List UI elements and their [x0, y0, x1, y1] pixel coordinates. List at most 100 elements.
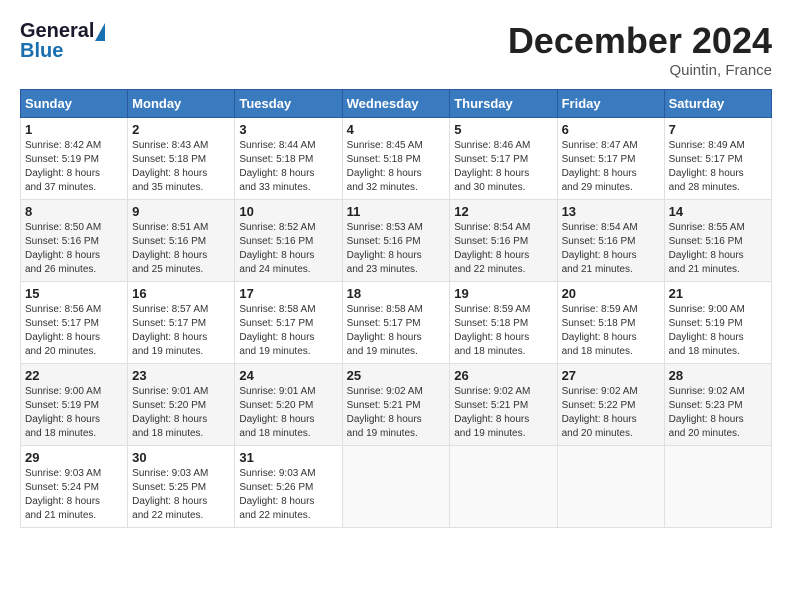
table-row: 5Sunrise: 8:46 AM Sunset: 5:17 PM Daylig…: [450, 118, 557, 200]
day-number: 4: [347, 122, 446, 137]
day-number: 2: [132, 122, 230, 137]
day-info: Sunrise: 8:54 AM Sunset: 5:16 PM Dayligh…: [562, 222, 638, 275]
day-number: 12: [454, 204, 552, 219]
day-info: Sunrise: 9:00 AM Sunset: 5:19 PM Dayligh…: [25, 386, 101, 439]
table-row: 21 Sunrise: 9:00 AM Sunset: 5:19 PM Dayli…: [664, 282, 771, 364]
calendar-week-row: 29 Sunrise: 9:03 AM Sunset: 5:24 PM Dayli…: [21, 446, 772, 528]
day-number: 3: [239, 122, 337, 137]
day-number: 31: [239, 450, 337, 465]
day-number: 15: [25, 286, 123, 301]
col-tuesday: Tuesday: [235, 90, 342, 118]
day-number: 26: [454, 368, 552, 383]
table-row: 8 Sunrise: 8:50 AM Sunset: 5:16 PM Daylig…: [21, 200, 128, 282]
day-number: 21: [669, 286, 767, 301]
day-info: Sunrise: 9:02 AM Sunset: 5:21 PM Dayligh…: [347, 386, 423, 439]
table-row: 2 Sunrise: 8:43 AM Sunset: 5:18 PM Daylig…: [128, 118, 235, 200]
day-info: Sunrise: 9:01 AM Sunset: 5:20 PM Dayligh…: [132, 386, 208, 439]
day-number: 29: [25, 450, 123, 465]
table-row: 10 Sunrise: 8:52 AM Sunset: 5:16 PM Dayli…: [235, 200, 342, 282]
day-number: 25: [347, 368, 446, 383]
day-info: Sunrise: 8:59 AM Sunset: 5:18 PM Dayligh…: [562, 304, 638, 357]
location: Quintin, France: [508, 62, 772, 79]
table-row: 15 Sunrise: 8:56 AM Sunset: 5:17 PM Dayli…: [21, 282, 128, 364]
day-number: 27: [562, 368, 660, 383]
col-wednesday: Wednesday: [342, 90, 450, 118]
table-row: 17Sunrise: 8:58 AM Sunset: 5:17 PM Dayli…: [235, 282, 342, 364]
table-row: 4Sunrise: 8:45 AM Sunset: 5:18 PM Daylig…: [342, 118, 450, 200]
col-friday: Friday: [557, 90, 664, 118]
day-info: Sunrise: 8:42 AM Sunset: 5:19 PM Dayligh…: [25, 140, 101, 193]
day-info: Sunrise: 8:56 AM Sunset: 5:17 PM Dayligh…: [25, 304, 101, 357]
day-info: Sunrise: 8:59 AM Sunset: 5:18 PM Dayligh…: [454, 304, 530, 357]
day-info: Sunrise: 8:53 AM Sunset: 5:16 PM Dayligh…: [347, 222, 423, 275]
table-row: 18 Sunrise: 8:58 AM Sunset: 5:17 PM Dayli…: [342, 282, 450, 364]
calendar-week-row: 15 Sunrise: 8:56 AM Sunset: 5:17 PM Dayli…: [21, 282, 772, 364]
calendar-week-row: 1 Sunrise: 8:42 AM Sunset: 5:19 PM Daylig…: [21, 118, 772, 200]
title-area: December 2024 Quintin, France: [508, 20, 772, 79]
table-row: 22 Sunrise: 9:00 AM Sunset: 5:19 PM Dayli…: [21, 364, 128, 446]
table-row: 27 Sunrise: 9:02 AM Sunset: 5:22 PM Dayli…: [557, 364, 664, 446]
page-header: General Blue December 2024 Quintin, Fran…: [20, 20, 772, 79]
day-info: Sunrise: 8:50 AM Sunset: 5:16 PM Dayligh…: [25, 222, 101, 275]
col-monday: Monday: [128, 90, 235, 118]
day-info: Sunrise: 9:02 AM Sunset: 5:21 PM Dayligh…: [454, 386, 530, 439]
calendar-header-row: Sunday Monday Tuesday Wednesday Thursday…: [21, 90, 772, 118]
day-info: Sunrise: 8:44 AM Sunset: 5:18 PM Dayligh…: [239, 140, 315, 193]
col-sunday: Sunday: [21, 90, 128, 118]
day-number: 11: [347, 204, 446, 219]
day-number: 5: [454, 122, 552, 137]
day-number: 22: [25, 368, 123, 383]
table-row: 29 Sunrise: 9:03 AM Sunset: 5:24 PM Dayli…: [21, 446, 128, 528]
day-number: 9: [132, 204, 230, 219]
day-info: Sunrise: 9:03 AM Sunset: 5:24 PM Dayligh…: [25, 468, 101, 521]
day-info: Sunrise: 9:01 AM Sunset: 5:20 PM Dayligh…: [239, 386, 315, 439]
table-row: [557, 446, 664, 528]
day-info: Sunrise: 8:47 AM Sunset: 5:17 PM Dayligh…: [562, 140, 638, 193]
day-number: 10: [239, 204, 337, 219]
day-number: 30: [132, 450, 230, 465]
col-saturday: Saturday: [664, 90, 771, 118]
day-number: 13: [562, 204, 660, 219]
day-number: 23: [132, 368, 230, 383]
day-info: Sunrise: 9:03 AM Sunset: 5:26 PM Dayligh…: [239, 468, 315, 521]
day-number: 8: [25, 204, 123, 219]
day-info: Sunrise: 8:52 AM Sunset: 5:16 PM Dayligh…: [239, 222, 315, 275]
day-info: Sunrise: 9:02 AM Sunset: 5:22 PM Dayligh…: [562, 386, 638, 439]
table-row: [450, 446, 557, 528]
logo-blue: Blue: [20, 40, 63, 63]
month-title: December 2024: [508, 20, 772, 62]
table-row: 12 Sunrise: 8:54 AM Sunset: 5:16 PM Dayli…: [450, 200, 557, 282]
table-row: 24Sunrise: 9:01 AM Sunset: 5:20 PM Dayli…: [235, 364, 342, 446]
day-number: 28: [669, 368, 767, 383]
calendar-week-row: 8 Sunrise: 8:50 AM Sunset: 5:16 PM Daylig…: [21, 200, 772, 282]
day-info: Sunrise: 9:00 AM Sunset: 5:19 PM Dayligh…: [669, 304, 745, 357]
day-info: Sunrise: 8:55 AM Sunset: 5:16 PM Dayligh…: [669, 222, 745, 275]
table-row: 6 Sunrise: 8:47 AM Sunset: 5:17 PM Daylig…: [557, 118, 664, 200]
day-number: 6: [562, 122, 660, 137]
table-row: 26 Sunrise: 9:02 AM Sunset: 5:21 PM Dayli…: [450, 364, 557, 446]
day-info: Sunrise: 8:43 AM Sunset: 5:18 PM Dayligh…: [132, 140, 208, 193]
table-row: 7Sunrise: 8:49 AM Sunset: 5:17 PM Daylig…: [664, 118, 771, 200]
day-number: 1: [25, 122, 123, 137]
table-row: 30Sunrise: 9:03 AM Sunset: 5:25 PM Dayli…: [128, 446, 235, 528]
table-row: 1 Sunrise: 8:42 AM Sunset: 5:19 PM Daylig…: [21, 118, 128, 200]
table-row: 16Sunrise: 8:57 AM Sunset: 5:17 PM Dayli…: [128, 282, 235, 364]
day-number: 16: [132, 286, 230, 301]
day-number: 18: [347, 286, 446, 301]
day-info: Sunrise: 8:58 AM Sunset: 5:17 PM Dayligh…: [347, 304, 423, 357]
day-info: Sunrise: 8:54 AM Sunset: 5:16 PM Dayligh…: [454, 222, 530, 275]
day-number: 7: [669, 122, 767, 137]
table-row: 9Sunrise: 8:51 AM Sunset: 5:16 PM Daylig…: [128, 200, 235, 282]
table-row: 11 Sunrise: 8:53 AM Sunset: 5:16 PM Dayli…: [342, 200, 450, 282]
col-thursday: Thursday: [450, 90, 557, 118]
table-row: [664, 446, 771, 528]
day-number: 14: [669, 204, 767, 219]
table-row: 23 Sunrise: 9:01 AM Sunset: 5:20 PM Dayli…: [128, 364, 235, 446]
calendar-table: Sunday Monday Tuesday Wednesday Thursday…: [20, 89, 772, 528]
logo: General Blue: [20, 20, 105, 63]
table-row: 13 Sunrise: 8:54 AM Sunset: 5:16 PM Dayli…: [557, 200, 664, 282]
day-info: Sunrise: 8:58 AM Sunset: 5:17 PM Dayligh…: [239, 304, 315, 357]
day-info: Sunrise: 9:02 AM Sunset: 5:23 PM Dayligh…: [669, 386, 745, 439]
table-row: 19Sunrise: 8:59 AM Sunset: 5:18 PM Dayli…: [450, 282, 557, 364]
table-row: 14 Sunrise: 8:55 AM Sunset: 5:16 PM Dayli…: [664, 200, 771, 282]
